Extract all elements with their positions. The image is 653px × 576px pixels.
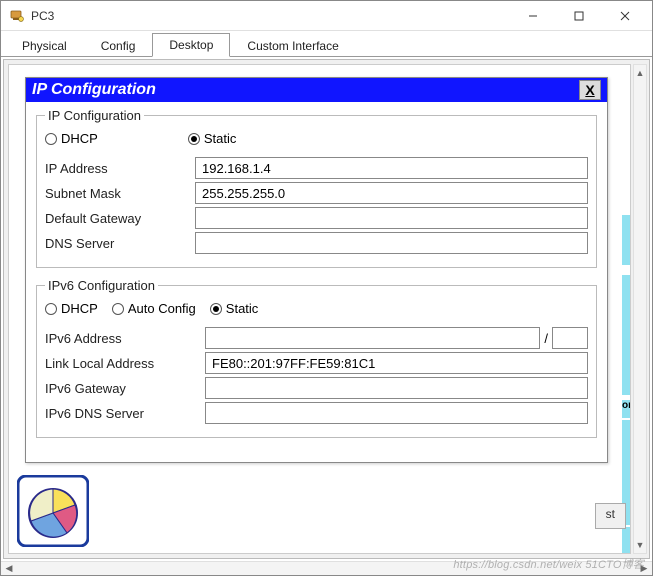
minimize-button[interactable] [510,2,556,30]
vertical-scrollbar[interactable]: ▲ ▼ [633,64,647,554]
ipv6-dns-label: IPv6 DNS Server [45,406,205,421]
ipv6-mode-row: DHCP Auto Config Static [45,297,588,324]
window-controls [510,2,648,30]
radio-label: DHCP [61,301,98,316]
dialog-title: IP Configuration [32,81,579,99]
ipv6-static-radio[interactable]: Static [210,301,259,316]
radio-label: DHCP [61,131,98,146]
ipv6-prefix-slash: / [540,331,552,346]
desktop-icons [17,475,89,547]
panel-edge [622,215,630,265]
dns-server-label: DNS Server [45,236,195,251]
dialog-close-button[interactable]: X [579,80,601,100]
radio-icon [45,133,57,145]
ipv4-fieldset: IP Configuration DHCP Static [36,108,597,268]
app-window: PC3 Physical Config Desktop Custom Inter… [0,0,653,576]
maximize-button[interactable] [556,2,602,30]
ip-address-input[interactable] [195,157,588,179]
radio-icon [188,133,200,145]
link-local-label: Link Local Address [45,356,205,371]
desktop-pane: or IP Configuration X IP Configuration [3,59,650,559]
watermark: https://blog.csdn.net/weix 51CTO博客 [453,556,644,572]
default-gateway-label: Default Gateway [45,211,195,226]
radio-label: Static [204,131,237,146]
ipv6-address-input[interactable] [205,327,540,349]
traffic-generator-icon[interactable] [17,475,89,547]
ipv4-legend: IP Configuration [45,108,144,123]
scroll-up-icon[interactable]: ▲ [634,65,646,81]
panel-edge [622,527,630,554]
dialog-body: IP Configuration DHCP Static [26,102,607,462]
radio-icon [112,303,124,315]
panel-edge [622,275,630,395]
radio-label: Auto Config [128,301,196,316]
radio-label: Static [226,301,259,316]
app-icon [9,8,25,24]
tab-physical[interactable]: Physical [5,34,84,57]
default-gateway-input[interactable] [195,207,588,229]
ipv4-dhcp-radio[interactable]: DHCP [45,131,98,146]
ipv4-static-radio[interactable]: Static [188,131,237,146]
ipv6-gateway-input[interactable] [205,377,588,399]
ipv6-dns-input[interactable] [205,402,588,424]
panel-edge-label: or [622,400,630,418]
radio-icon [45,303,57,315]
ip-config-dialog: IP Configuration X IP Configuration DHCP [25,77,608,463]
titlebar: PC3 [1,1,652,31]
subnet-mask-label: Subnet Mask [45,186,195,201]
desktop-inner: or IP Configuration X IP Configuration [8,64,631,554]
subnet-mask-input[interactable] [195,182,588,204]
ipv6-fieldset: IPv6 Configuration DHCP Auto Config [36,278,597,438]
ipv4-mode-row: DHCP Static [45,127,588,154]
ipv6-legend: IPv6 Configuration [45,278,158,293]
ipv6-auto-radio[interactable]: Auto Config [112,301,196,316]
ipv6-address-label: IPv6 Address [45,331,205,346]
ipv6-prefix-input[interactable] [552,327,588,349]
scroll-left-icon[interactable]: ◀ [1,562,17,575]
ipv6-gateway-label: IPv6 Gateway [45,381,205,396]
ipv6-dhcp-radio[interactable]: DHCP [45,301,98,316]
link-local-input[interactable] [205,352,588,374]
dns-server-input[interactable] [195,232,588,254]
tabstrip: Physical Config Desktop Custom Interface [1,31,652,57]
dialog-titlebar: IP Configuration X [26,78,607,102]
tab-config[interactable]: Config [84,34,153,57]
ip-address-label: IP Address [45,161,195,176]
tab-desktop[interactable]: Desktop [152,33,230,57]
window-title: PC3 [31,9,510,23]
close-button[interactable] [602,2,648,30]
scroll-down-icon[interactable]: ▼ [634,537,646,553]
partial-side-button[interactable]: st [595,503,626,529]
radio-icon [210,303,222,315]
tab-custom-interface[interactable]: Custom Interface [230,34,355,57]
